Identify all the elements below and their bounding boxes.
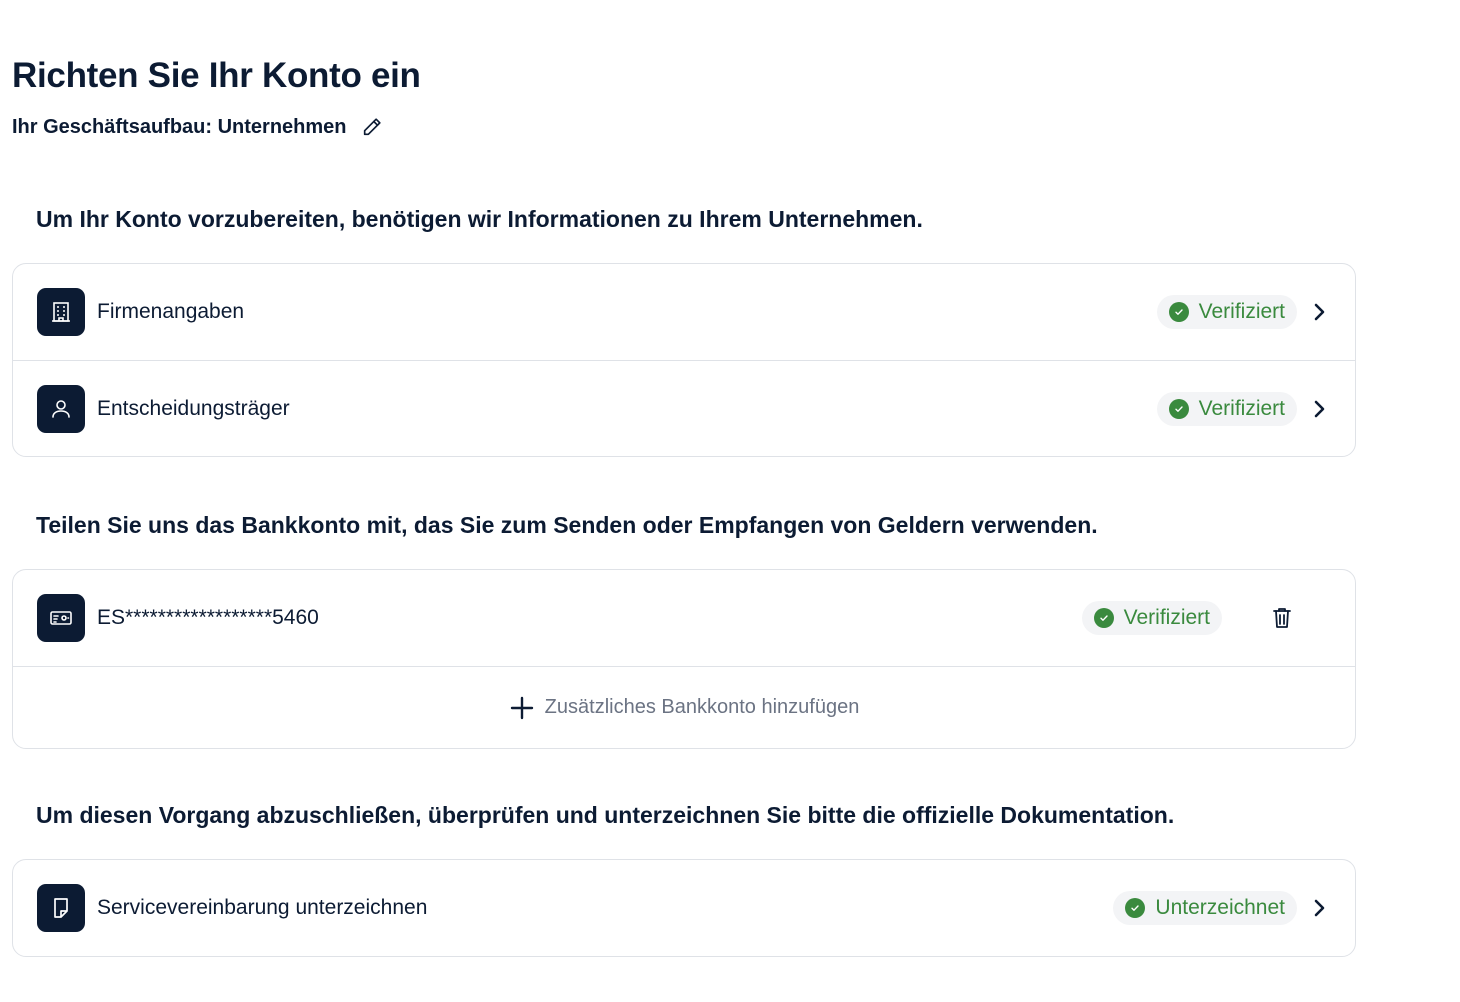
status-badge: Unterzeichnet (1113, 891, 1297, 925)
person-icon (52, 399, 70, 418)
bank-card-icon (50, 611, 72, 625)
chevron-right-icon[interactable] (1309, 398, 1331, 420)
company-details-row[interactable]: Firmenangaben Verifiziert (13, 264, 1355, 360)
document-icon (54, 898, 68, 918)
bank-card-icon-tile (37, 594, 85, 642)
decision-makers-label: Entscheidungsträger (97, 396, 290, 420)
chevron-right-icon[interactable] (1309, 301, 1331, 323)
check-circle-icon (1093, 608, 1114, 628)
company-section-heading: Um Ihr Konto vorzubereiten, benötigen wi… (36, 206, 923, 232)
add-bank-account-button[interactable]: Zusätzliches Bankkonto hinzufügen (13, 666, 1355, 748)
bank-account-row: ES******************5460 Verifiziert (13, 570, 1355, 666)
edit-structure-button[interactable] (359, 114, 385, 140)
document-section-heading: Um diesen Vorgang abzuschließen, überprü… (36, 802, 1175, 828)
status-text: Verifiziert (1198, 396, 1285, 420)
delete-bank-account-button[interactable] (1269, 605, 1295, 631)
service-agreement-label: Servicevereinbarung unterzeichnen (97, 896, 428, 919)
bank-section-heading: Teilen Sie uns das Bankkonto mit, das Si… (36, 512, 1098, 538)
bank-card: ES******************5460 Verifiziert Zus… (12, 569, 1356, 749)
trash-icon (1273, 608, 1291, 628)
status-text: Verifiziert (1123, 606, 1210, 629)
status-badge: Verifiziert (1081, 601, 1222, 635)
building-icon-tile (37, 288, 85, 336)
building-icon (52, 302, 70, 322)
company-card: Firmenangaben Verifiziert Entscheidungst… (12, 263, 1356, 457)
business-structure-text: Ihr Geschäftsaufbau: Unternehmen (12, 115, 347, 138)
company-details-label: Firmenangaben (97, 300, 245, 323)
plus-icon (509, 695, 535, 721)
chevron-right-icon[interactable] (1309, 897, 1331, 919)
decision-makers-row[interactable]: Entscheidungsträger Verifiziert (13, 360, 1355, 456)
service-agreement-row[interactable]: Servicevereinbarung unterzeichnen Unterz… (13, 860, 1355, 956)
check-circle-icon (1168, 302, 1189, 322)
page-title: Richten Sie Ihr Konto ein (12, 56, 421, 95)
status-text: Verifiziert (1198, 300, 1285, 323)
person-icon-tile (37, 384, 85, 433)
pencil-icon (363, 118, 381, 136)
document-card: Servicevereinbarung unterzeichnen Unterz… (12, 859, 1356, 957)
status-badge: Verifiziert (1156, 295, 1297, 329)
check-circle-icon (1125, 898, 1146, 918)
bank-account-number: ES******************5460 (97, 606, 319, 629)
business-structure-row: Ihr Geschäftsaufbau: Unternehmen (12, 114, 385, 140)
status-badge: Verifiziert (1156, 391, 1297, 426)
add-bank-account-label: Zusätzliches Bankkonto hinzufügen (544, 696, 860, 718)
document-icon-tile (37, 884, 85, 932)
check-circle-icon (1168, 398, 1189, 419)
status-text: Unterzeichnet (1155, 896, 1285, 919)
